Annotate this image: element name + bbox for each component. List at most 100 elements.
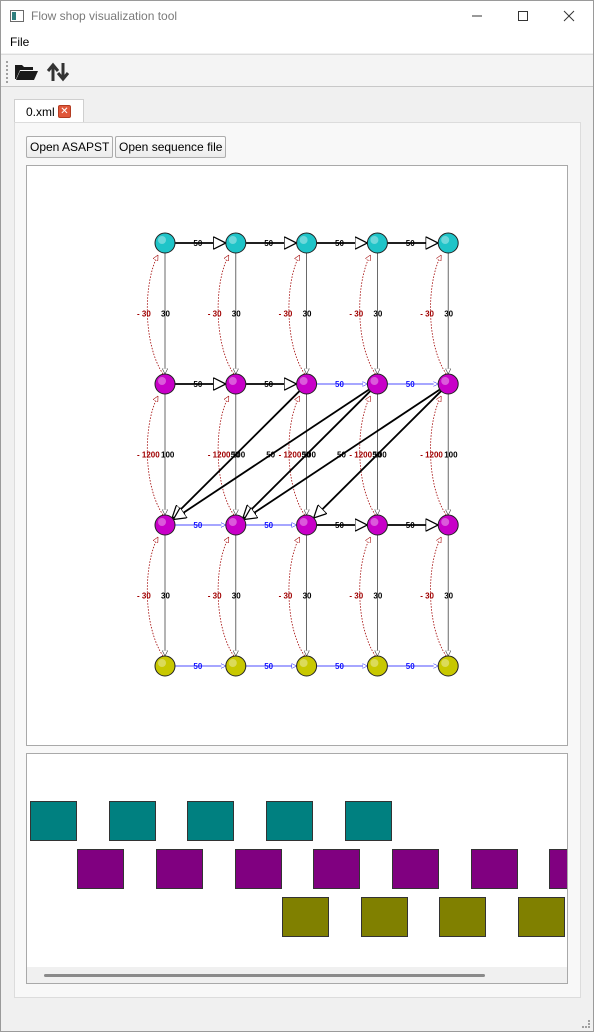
gantt-bar [517,897,565,937]
open-asapst-button[interactable]: Open ASAPST [26,136,114,158]
graph-node [296,655,318,677]
horizontal-edge-label: 50 [193,521,202,530]
diagonal-edge-label: 50 [231,451,240,460]
graph-node [225,373,247,395]
graph-node [437,655,459,677]
node-highlight [228,377,237,385]
diagonal-edge-label: 50 [337,451,346,460]
gantt-bar [155,849,203,889]
horizontal-edge-label: 50 [406,662,415,671]
vertical-edge-label: 30 [444,310,453,319]
back-edge-label: - 30 [349,592,363,601]
horizontal-edge-label: 50 [335,380,344,389]
open-folder-button[interactable] [12,59,40,85]
back-edge-label: - 1200 [208,451,231,460]
graph-node [296,232,318,254]
graph-view[interactable]: - 30 30- 30 30- 30 30- 30 30- 30 30- 1200 100-… [26,165,568,746]
vertical-edge-label: 30 [373,310,382,319]
back-edge-label: - 30 [279,310,293,319]
gantt-bar [344,801,392,841]
horizontal-edge-label: 50 [335,662,344,671]
graph-node [225,232,247,254]
diagonal-edge-label: 50 [302,451,311,460]
back-edge-label: - 30 [137,592,151,601]
title-bar: Flow shop visualization tool [1,1,593,31]
horizontal-edge-label: 50 [193,662,202,671]
node-highlight [441,518,450,526]
graph-node [437,514,459,536]
maximize-icon [518,11,528,21]
diagonal-edge-label: 50 [266,451,275,460]
back-edge-label: - 30 [279,592,293,601]
gantt-bar [360,897,408,937]
vertical-edge-label: 100 [161,451,175,460]
node-highlight [441,377,450,385]
node-highlight [158,377,166,385]
sort-arrows-icon [46,62,70,82]
graph-node [366,655,388,677]
graph-node [154,655,176,677]
node-highlight [228,518,237,526]
graph-node [296,373,318,395]
maximize-button[interactable] [500,1,546,31]
menu-bar: File [1,31,593,53]
gantt-view[interactable] [26,753,568,984]
vertical-edge-label: 30 [303,310,312,319]
node-highlight [158,236,166,244]
graph-node [366,373,388,395]
minimize-button[interactable] [454,1,500,31]
horizontal-edge-label: 50 [193,239,202,248]
graph-node [154,373,176,395]
node-highlight [370,518,379,526]
resize-grip[interactable] [582,1020,590,1028]
back-edge-label: - 1200 [279,451,302,460]
app-icon [10,10,24,22]
graph-node [366,232,388,254]
graph-node [296,514,318,536]
app-window: Flow shop visualization tool File 0.xml … [0,0,594,1032]
close-icon[interactable]: ✕ [58,105,71,118]
menu-file[interactable]: File [10,35,29,49]
back-edge-label: - 30 [420,310,434,319]
horizontal-scrollbar[interactable] [27,967,567,983]
toolbar [1,54,593,87]
node-highlight [299,236,308,244]
graph-node [154,232,176,254]
open-sequence-file-button[interactable]: Open sequence file [115,136,227,158]
back-edge-label: - 30 [420,592,434,601]
horizontal-edge-label: 50 [264,239,273,248]
gantt-bar [392,849,440,889]
back-edge-label: - 30 [208,310,222,319]
node-highlight [299,518,308,526]
vertical-edge-label: 30 [232,310,241,319]
gantt-bar [313,849,361,889]
window-title: Flow shop visualization tool [31,9,178,23]
graph-node [154,514,176,536]
horizontal-edge-label: 50 [193,380,202,389]
toolbar-grip[interactable] [6,61,9,83]
sort-button[interactable] [44,59,72,85]
horizontal-edge-label: 50 [406,380,415,389]
graph-node [366,514,388,536]
node-highlight [228,236,237,244]
graph-node [225,655,247,677]
graph-node [437,373,459,395]
minimize-icon [472,15,482,17]
node-highlight [299,659,308,667]
horizontal-edge-label: 50 [264,662,273,671]
node-highlight [370,377,379,385]
folder-open-icon [15,65,38,80]
vertical-edge-label: 30 [161,310,170,319]
tab-0-xml[interactable]: 0.xml ✕ [14,99,84,123]
vertical-edge-label: 30 [303,592,312,601]
vertical-edge-label: 30 [444,592,453,601]
back-edge-label: - 1200 [137,451,160,460]
horizontal-edge-label: 50 [264,380,273,389]
scrollbar-thumb[interactable] [44,974,485,977]
back-edge-label: - 1200 [420,451,443,460]
gantt-bar [470,849,518,889]
gantt-bar [439,897,487,937]
close-button[interactable] [546,1,592,31]
gantt-bar [108,801,156,841]
gantt-bar [266,801,314,841]
